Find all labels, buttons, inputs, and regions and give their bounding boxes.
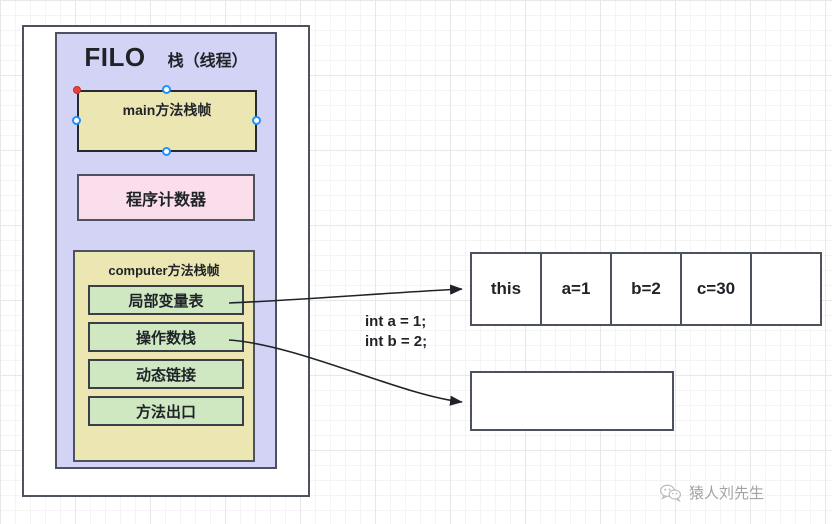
frame-item-method-exit[interactable]: 方法出口	[88, 396, 244, 426]
computer-method-frame-title: computer方法栈帧	[108, 263, 220, 278]
frame-item-label: 动态链接	[135, 366, 196, 384]
filo-label: FILO	[84, 42, 146, 72]
wechat-icon	[660, 484, 681, 502]
operand-stack-box[interactable]	[470, 371, 674, 431]
frame-item-label: 方法出口	[135, 403, 196, 421]
slot-cell[interactable]: b=2	[610, 252, 682, 326]
slot-cell[interactable]: c=30	[680, 252, 752, 326]
frame-item-operand-stack[interactable]: 操作数栈	[88, 322, 244, 352]
code-line-1: int a = 1;	[365, 313, 427, 330]
watermark-text: 猿人刘先生	[689, 485, 765, 502]
slot-cell[interactable]: this	[470, 252, 542, 326]
stack-panel-title: FILO 栈（线程）	[57, 42, 275, 73]
program-counter-box[interactable]: 程序计数器	[77, 174, 255, 221]
code-annotation: int a = 1; int b = 2;	[365, 312, 427, 353]
main-method-frame-label: main方法栈帧	[122, 102, 212, 118]
frame-item-dynamic-linking[interactable]: 动态链接	[88, 359, 244, 389]
frame-item-label: 局部变量表	[128, 292, 204, 310]
watermark: 猿人刘先生	[660, 482, 764, 503]
frame-item-local-variable-table[interactable]: 局部变量表	[88, 285, 244, 315]
selection-handle-middle-left[interactable]	[72, 116, 81, 125]
diagram-canvas: FILO 栈（线程） main方法栈帧 程序计数器 computer方法栈帧 局…	[0, 0, 832, 524]
selection-handle-top-left[interactable]	[73, 86, 81, 94]
code-line-2: int b = 2;	[365, 333, 428, 351]
stack-thread-label: 栈（线程）	[167, 53, 248, 70]
local-variable-slot-table: this a=1 b=2 c=30	[470, 252, 822, 326]
selection-handle-top-center[interactable]	[162, 85, 171, 94]
selection-handle-bottom-center[interactable]	[162, 147, 171, 156]
main-method-frame[interactable]: main方法栈帧	[77, 90, 257, 152]
computer-method-frame[interactable]: computer方法栈帧 局部变量表 操作数栈 动态链接 方法出口	[73, 250, 255, 462]
frame-item-label: 操作数栈	[135, 329, 196, 347]
slot-cell[interactable]	[750, 252, 822, 326]
slot-cell[interactable]: a=1	[540, 252, 612, 326]
selection-handle-middle-right[interactable]	[252, 116, 261, 125]
program-counter-label: 程序计数器	[125, 191, 206, 209]
